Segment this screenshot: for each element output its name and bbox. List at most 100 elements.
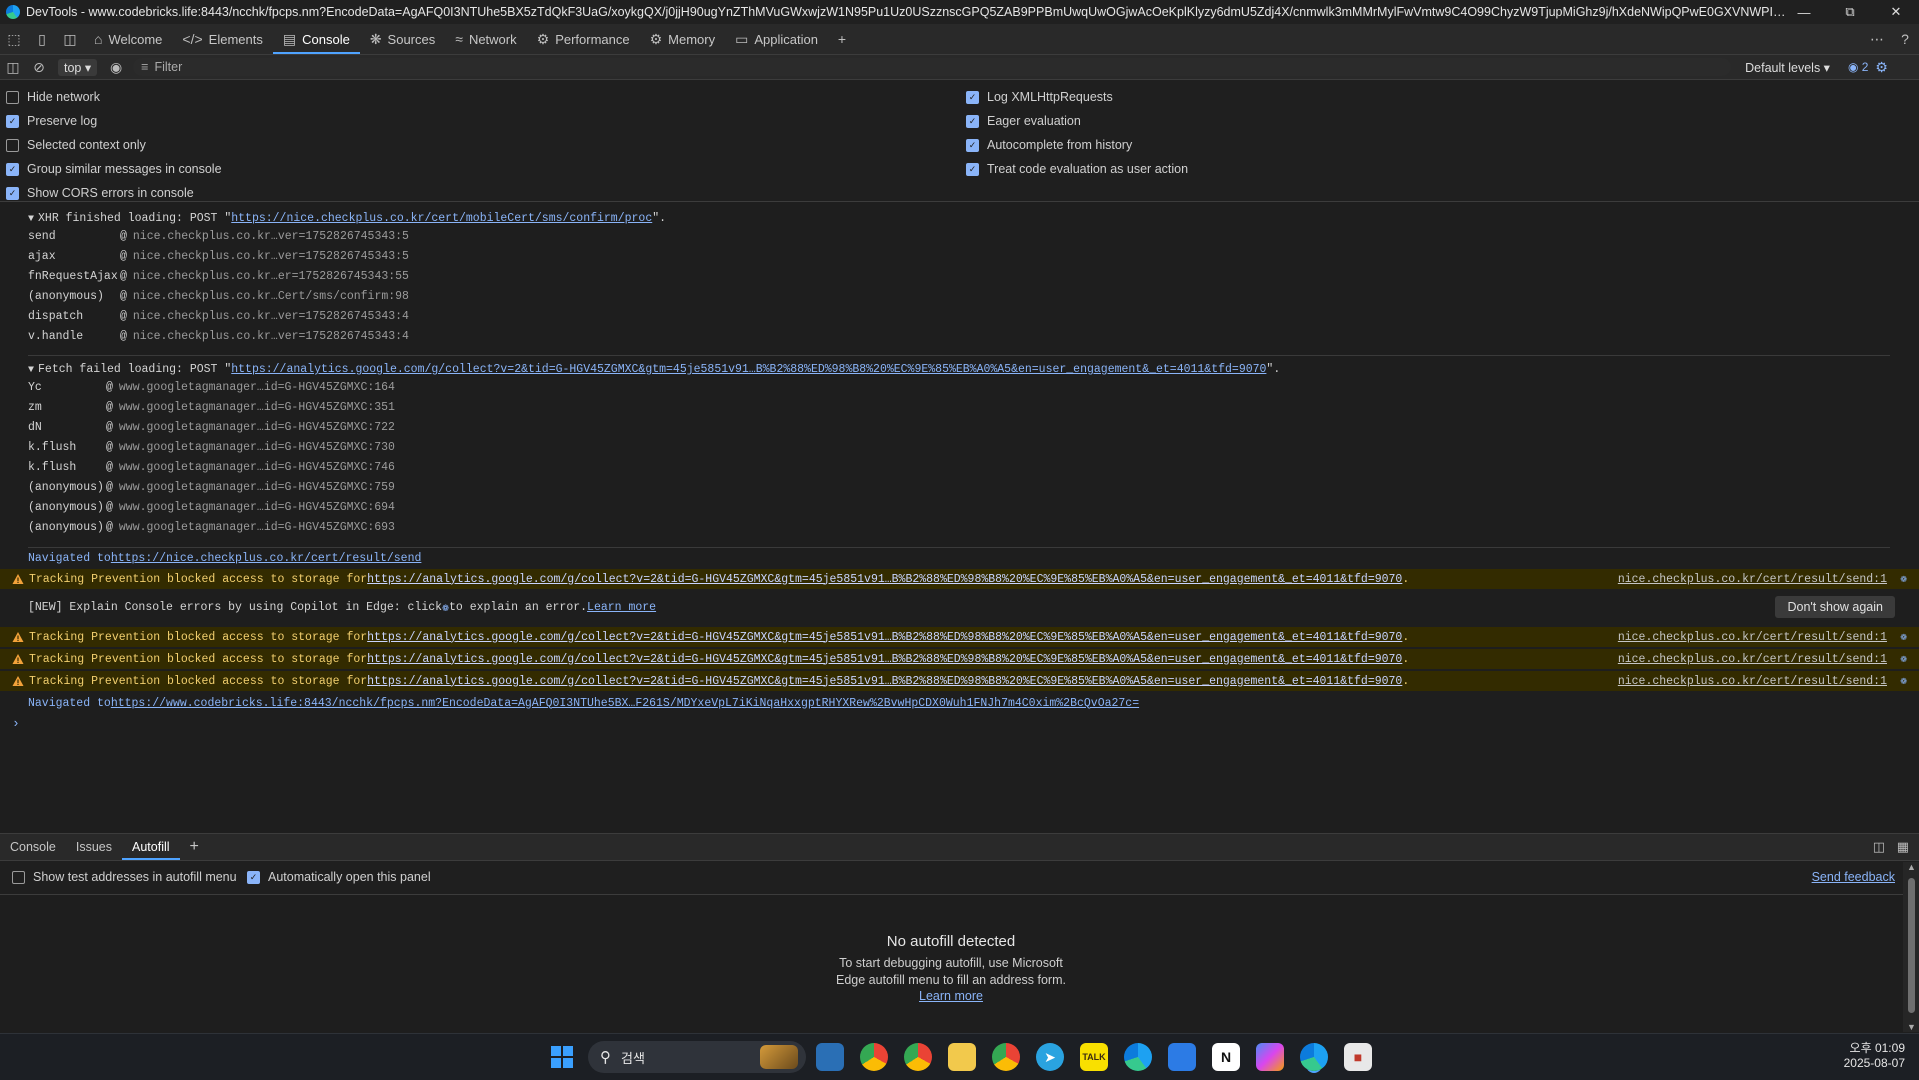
source-link[interactable]: nice.checkplus.co.kr/cert/result/send:1	[1618, 631, 1887, 644]
learn-more-link[interactable]: Learn more	[587, 601, 656, 614]
checkbox[interactable]: ✓	[6, 162, 19, 176]
tracking-url-link[interactable]: https://analytics.google.com/g/collect?v…	[367, 631, 1402, 644]
setting-preserve-log[interactable]: ✓ Preserve log	[6, 109, 222, 133]
add-drawer-tab-icon[interactable]: +	[180, 834, 209, 860]
xhr-url-link[interactable]: https://nice.checkplus.co.kr/cert/mobile…	[231, 212, 652, 225]
source-link[interactable]: nice.checkplus.co.kr/cert/result/send:1	[1618, 653, 1887, 666]
checkbox[interactable]: ✓	[966, 138, 979, 152]
inspect-element-icon[interactable]: ⬚	[0, 24, 28, 54]
telegram-icon[interactable]: ➤	[1036, 1043, 1064, 1071]
source-link[interactable]: nice.checkplus.co.kr/cert/result/send:1	[1618, 573, 1887, 586]
kakaotalk-icon[interactable]: TALK	[1080, 1043, 1108, 1071]
checkbox[interactable]	[6, 138, 19, 152]
checkbox[interactable]: ✓	[966, 162, 979, 176]
stack-frame-link[interactable]: nice.checkplus.co.kr…er=1752826745343:55	[133, 270, 409, 283]
stack-frame-link[interactable]: nice.checkplus.co.kr…Cert/sms/confirm:98	[133, 290, 409, 303]
live-expression-eye-icon[interactable]: ◉	[103, 55, 129, 79]
minimize-icon[interactable]: —	[1781, 0, 1827, 24]
learn-more-link[interactable]: Learn more	[919, 989, 983, 1003]
drawer-tab-issues[interactable]: Issues	[66, 834, 122, 860]
xhr-group-header[interactable]: ▼ XHR finished loading: POST "https://nic…	[28, 212, 1890, 225]
snipping-tool-icon[interactable]: ■	[1344, 1043, 1372, 1071]
tracking-url-link[interactable]: https://analytics.google.com/g/collect?v…	[367, 675, 1402, 688]
console-settings-gear-icon[interactable]: ⚙	[1868, 55, 1894, 79]
send-feedback-link[interactable]: Send feedback	[1812, 870, 1895, 884]
device-emulation-icon[interactable]: ▯	[28, 24, 56, 54]
checkbox[interactable]	[12, 870, 25, 884]
stack-frame-link[interactable]: www.googletagmanager…id=G-HGV45ZGMXC:693	[119, 521, 395, 534]
stack-frame-link[interactable]: www.googletagmanager…id=G-HGV45ZGMXC:722	[119, 421, 395, 434]
notion-icon[interactable]: N	[1212, 1043, 1240, 1071]
tab-welcome[interactable]: ⌂ Welcome	[84, 24, 172, 54]
filter-input[interactable]: ≡ Filter	[133, 58, 1732, 76]
stack-frame-link[interactable]: www.googletagmanager…id=G-HGV45ZGMXC:759	[119, 481, 395, 494]
tab-sources[interactable]: ❋ Sources	[360, 24, 445, 54]
close-icon[interactable]: ✕	[1873, 0, 1919, 24]
tracking-url-link[interactable]: https://analytics.google.com/g/collect?v…	[367, 573, 1402, 586]
tab-console[interactable]: ▤ Console	[272, 24, 360, 54]
scroll-down-icon[interactable]: ▼	[1907, 1022, 1916, 1032]
checkbox[interactable]	[6, 90, 19, 104]
copilot-explain-icon[interactable]: ❁	[1900, 630, 1907, 644]
copilot-explain-icon[interactable]: ❁	[1900, 652, 1907, 666]
expand-triangle-icon[interactable]: ▼	[28, 365, 34, 376]
copilot-explain-icon[interactable]: ❁	[1900, 572, 1907, 586]
expand-triangle-icon[interactable]: ▼	[28, 214, 34, 225]
navigated-url-link[interactable]: https://nice.checkplus.co.kr/cert/result…	[111, 552, 422, 565]
taskbar-search[interactable]: ⚲ 검색	[588, 1041, 806, 1073]
setting-treat-eval-user-action[interactable]: ✓ Treat code evaluation as user action	[966, 157, 1188, 181]
checkbox[interactable]: ✓	[247, 870, 260, 884]
checkbox[interactable]: ✓	[6, 114, 19, 128]
sidebar-toggle-icon[interactable]: ◫	[0, 55, 26, 79]
add-tab-icon[interactable]: +	[828, 24, 856, 54]
issues-counter[interactable]: ◉ 2	[1848, 60, 1869, 74]
fetch-url-link[interactable]: https://analytics.google.com/g/collect?v…	[231, 363, 1266, 376]
setting-log-xhr[interactable]: ✓ Log XMLHttpRequests	[966, 85, 1188, 109]
dock-sidebar-icon[interactable]: ◫	[56, 24, 84, 54]
chrome-icon[interactable]	[860, 1043, 888, 1071]
file-explorer-icon[interactable]	[948, 1043, 976, 1071]
checkbox[interactable]: ✓	[966, 114, 979, 128]
context-selector[interactable]: top ▾	[58, 58, 98, 76]
stack-frame-link[interactable]: nice.checkplus.co.kr…ver=1752826745343:5	[133, 230, 409, 243]
navigated-url-link[interactable]: https://www.codebricks.life:8443/ncchk/f…	[111, 697, 1139, 710]
tab-memory[interactable]: ⚙ Memory	[640, 24, 726, 54]
log-levels-dropdown[interactable]: Default levels ▾	[1745, 60, 1830, 75]
setting-group-similar[interactable]: ✓ Group similar messages in console	[6, 157, 222, 181]
checkbox[interactable]: ✓	[966, 90, 979, 104]
close-drawer-icon[interactable]: ▦	[1897, 839, 1909, 855]
stack-frame-link[interactable]: www.googletagmanager…id=G-HGV45ZGMXC:351	[119, 401, 395, 414]
tab-application[interactable]: ▭ Application	[725, 24, 828, 54]
drawer-scrollbar[interactable]: ▲ ▼	[1903, 862, 1919, 1032]
more-options-icon[interactable]: ⋯	[1863, 24, 1891, 54]
setting-eager-evaluation[interactable]: ✓ Eager evaluation	[966, 109, 1188, 133]
tab-elements[interactable]: </> Elements	[172, 24, 272, 54]
auto-open-panel-option[interactable]: ✓ Automatically open this panel	[247, 865, 431, 889]
setting-autocomplete-history[interactable]: ✓ Autocomplete from history	[966, 133, 1188, 157]
fetch-group-header[interactable]: ▼ Fetch failed loading: POST "https://ana…	[28, 363, 1890, 376]
stack-frame-link[interactable]: www.googletagmanager…id=G-HGV45ZGMXC:746	[119, 461, 395, 474]
tab-performance[interactable]: ⚙ Performance	[527, 24, 640, 54]
scrollbar-thumb[interactable]	[1908, 878, 1915, 1013]
dont-show-again-button[interactable]: Don't show again	[1775, 596, 1895, 618]
scroll-up-icon[interactable]: ▲	[1907, 862, 1916, 872]
edge-icon[interactable]	[1124, 1043, 1152, 1071]
drawer-tab-autofill[interactable]: Autofill	[122, 834, 180, 860]
notepad-icon[interactable]	[1168, 1043, 1196, 1071]
stack-frame-link[interactable]: www.googletagmanager…id=G-HGV45ZGMXC:730	[119, 441, 395, 454]
stack-frame-link[interactable]: www.googletagmanager…id=G-HGV45ZGMXC:694	[119, 501, 395, 514]
tracking-url-link[interactable]: https://analytics.google.com/g/collect?v…	[367, 653, 1402, 666]
stack-frame-link[interactable]: nice.checkplus.co.kr…ver=1752826745343:4	[133, 310, 409, 323]
clear-console-icon[interactable]: ⊘	[26, 55, 52, 79]
show-test-addresses-option[interactable]: Show test addresses in autofill menu	[12, 865, 237, 889]
help-icon[interactable]: ?	[1891, 24, 1919, 54]
chrome-profile-icon[interactable]	[904, 1043, 932, 1071]
stack-frame-link[interactable]: nice.checkplus.co.kr…ver=1752826745343:5	[133, 250, 409, 263]
copilot-icon[interactable]	[1256, 1043, 1284, 1071]
tab-network[interactable]: ≈ Network	[445, 24, 526, 54]
console-prompt-chevron-icon[interactable]: ›	[12, 716, 20, 731]
drawer-tab-console[interactable]: Console	[0, 834, 66, 860]
stack-frame-link[interactable]: www.googletagmanager…id=G-HGV45ZGMXC:164	[119, 381, 395, 394]
setting-hide-network[interactable]: Hide network	[6, 85, 222, 109]
copilot-explain-icon[interactable]: ❁	[1900, 674, 1907, 688]
